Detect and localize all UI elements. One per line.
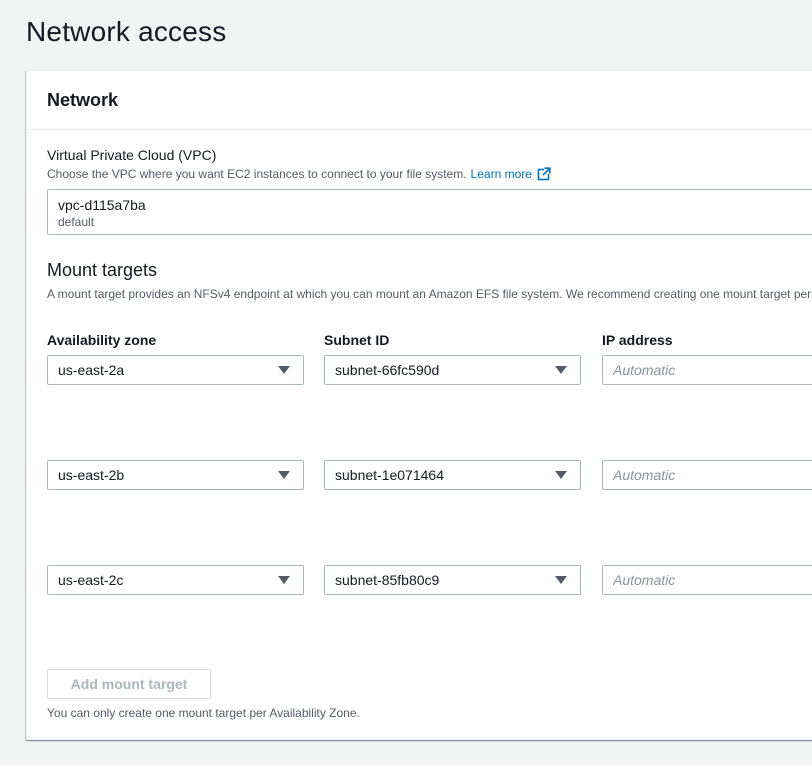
vpc-description-text: Choose the VPC where you want EC2 instan… xyxy=(47,167,467,181)
subnet-id-select[interactable]: subnet-1e071464 xyxy=(324,460,581,490)
ip-address-header: IP address xyxy=(602,332,673,348)
ip-address-input[interactable] xyxy=(602,565,812,595)
vpc-select[interactable]: vpc-d115a7ba default xyxy=(47,189,812,235)
mount-targets-description: A mount target provides an NFSv4 endpoin… xyxy=(47,287,812,301)
availability-zone-select[interactable]: us-east-2c xyxy=(47,565,304,595)
vpc-label: Virtual Private Cloud (VPC) xyxy=(47,147,217,163)
subnet-id-value: subnet-85fb80c9 xyxy=(335,572,440,588)
availability-zone-value: us-east-2c xyxy=(58,572,124,588)
availability-zone-value: us-east-2b xyxy=(58,467,125,483)
caret-down-icon xyxy=(278,366,290,374)
vpc-select-value: vpc-d115a7ba xyxy=(58,197,146,213)
vpc-description: Choose the VPC where you want EC2 instan… xyxy=(47,167,551,181)
subnet-id-header: Subnet ID xyxy=(324,332,390,348)
availability-zone-value: us-east-2a xyxy=(58,362,125,378)
subnet-id-select[interactable]: subnet-85fb80c9 xyxy=(324,565,581,595)
page-title: Network access xyxy=(26,16,227,47)
caret-down-icon xyxy=(555,576,567,584)
availability-zone-select[interactable]: us-east-2b xyxy=(47,460,304,490)
mount-targets-heading: Mount targets xyxy=(47,260,158,280)
panel-header: Network xyxy=(27,71,812,130)
caret-down-icon xyxy=(278,471,290,479)
subnet-id-value: subnet-1e071464 xyxy=(335,467,444,483)
caret-down-icon xyxy=(278,576,290,584)
learn-more-link[interactable]: Learn more xyxy=(471,167,532,181)
ip-address-input[interactable] xyxy=(602,355,812,385)
vpc-select-sublabel: default xyxy=(58,215,95,229)
availability-zone-header: Availability zone xyxy=(47,332,157,348)
availability-zone-select[interactable]: us-east-2a xyxy=(47,355,304,385)
panel-title: Network xyxy=(47,90,119,110)
add-mount-target-button[interactable]: Add mount target xyxy=(47,669,211,699)
network-panel: Network Virtual Private Cloud (VPC) Choo… xyxy=(26,70,812,740)
subnet-id-value: subnet-66fc590d xyxy=(335,362,440,378)
ip-address-input[interactable] xyxy=(602,460,812,490)
add-mount-target-help: You can only create one mount target per… xyxy=(47,706,360,720)
subnet-id-select[interactable]: subnet-66fc590d xyxy=(324,355,581,385)
caret-down-icon xyxy=(555,366,567,374)
external-link-icon[interactable] xyxy=(537,167,551,181)
caret-down-icon xyxy=(555,471,567,479)
